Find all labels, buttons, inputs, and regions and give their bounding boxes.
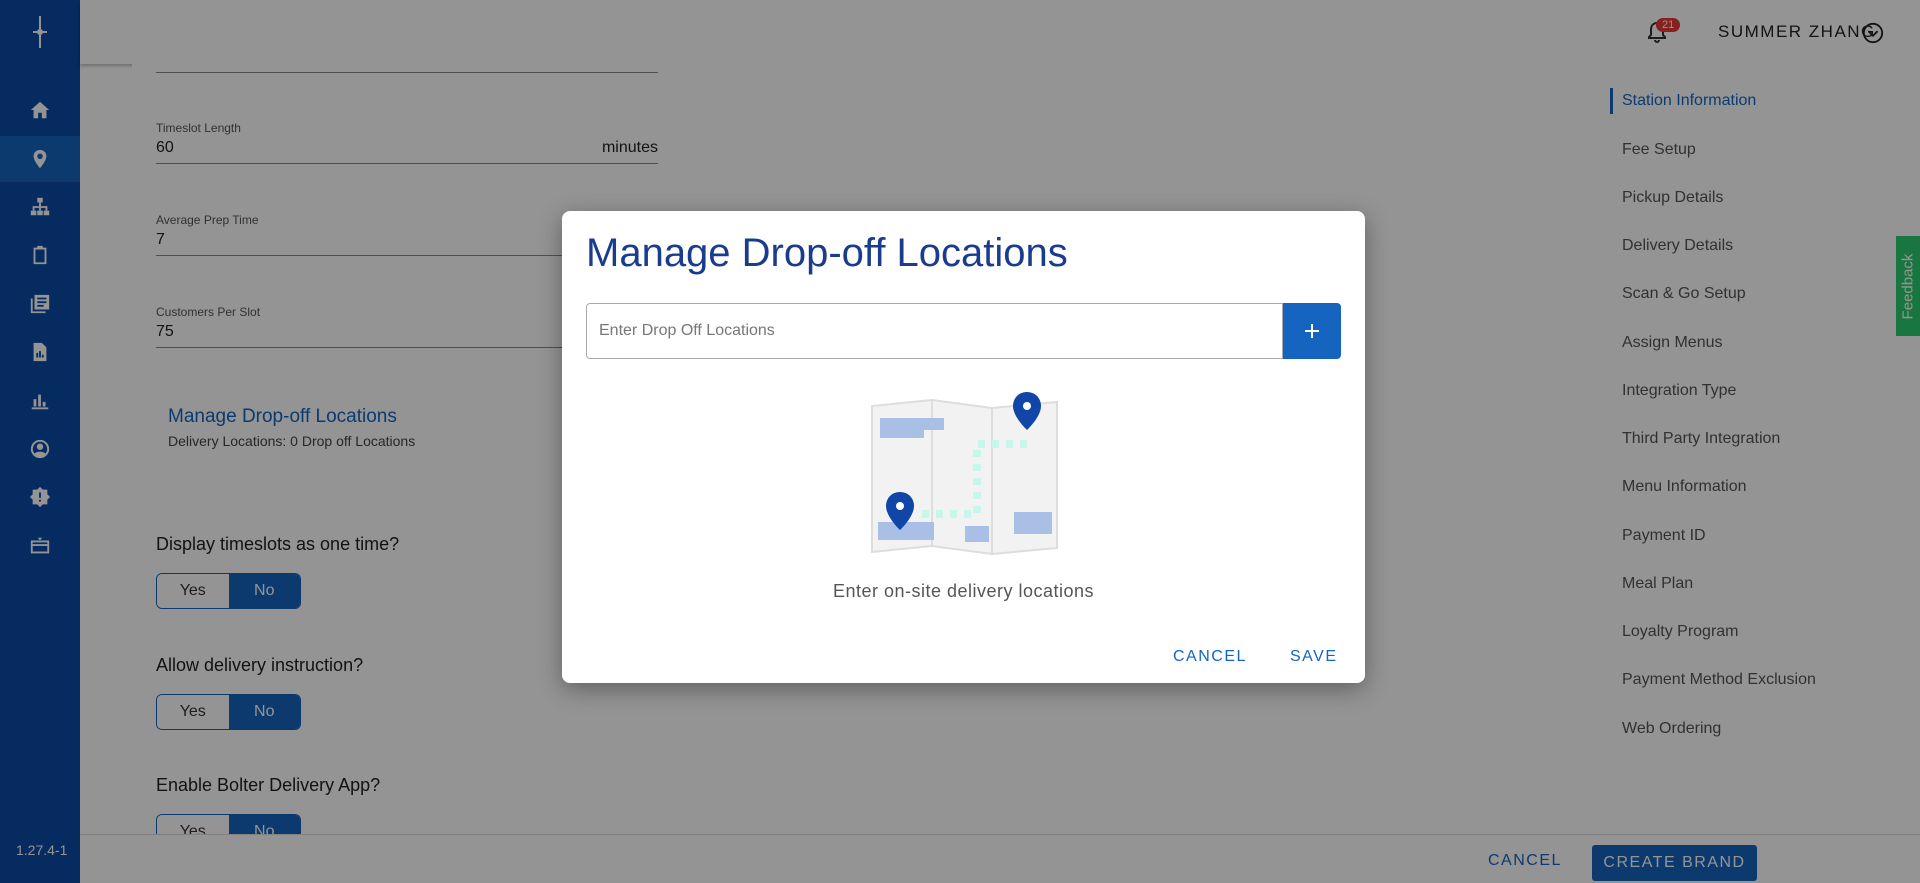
dialog-cancel-button[interactable]: CANCEL: [1173, 648, 1247, 666]
plus-icon: [1305, 324, 1319, 338]
manage-dropoff-dialog: Manage Drop-off Locations Enter on-site …: [562, 211, 1365, 683]
dialog-title: Manage Drop-off Locations: [586, 231, 1068, 275]
dropoff-location-input[interactable]: [586, 303, 1283, 359]
map-illustration-icon: [871, 392, 1058, 556]
add-location-button[interactable]: [1283, 303, 1341, 359]
empty-state-text: Enter on-site delivery locations: [832, 581, 1095, 601]
dialog-save-button[interactable]: SAVE: [1290, 648, 1338, 666]
